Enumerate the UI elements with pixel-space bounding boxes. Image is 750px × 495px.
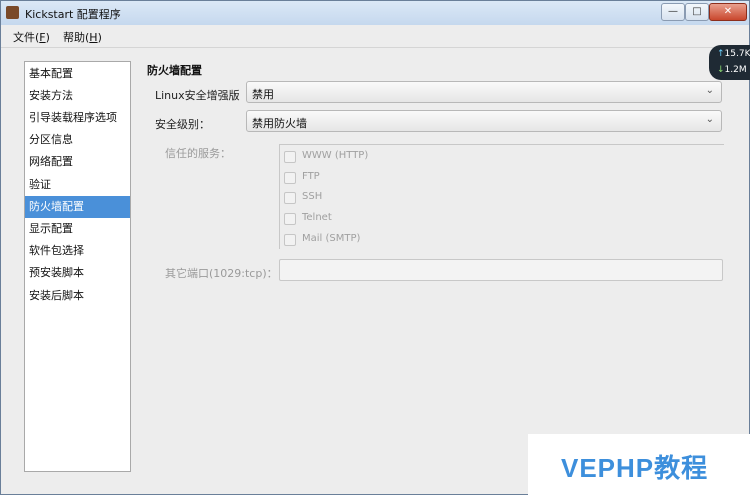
up-arrow-icon: ↑ xyxy=(717,49,725,59)
checkbox[interactable] xyxy=(284,172,296,184)
watermark-text: VEPHP教程 xyxy=(561,453,709,483)
menu-file-label: 文件( xyxy=(13,31,40,44)
close-button[interactable]: ✕ xyxy=(709,3,747,21)
chevron-down-icon: ⌄ xyxy=(705,114,714,125)
window-title: Kickstart 配置程序 xyxy=(25,8,121,21)
trusted-services-list: WWW (HTTP) FTP SSH Telnet Mail (SMTP) xyxy=(279,144,724,249)
menu-help-key: H xyxy=(89,31,98,44)
sidebar-item-network[interactable]: 网络配置 xyxy=(25,151,130,173)
title-bar[interactable]: Kickstart 配置程序 — □ ✕ xyxy=(1,1,749,25)
sidebar-list: 基本配置 安装方法 引导装载程序选项 分区信息 网络配置 验证 防火墙配置 显示… xyxy=(24,61,131,472)
service-label: SSH xyxy=(302,191,323,202)
upload-value: 15.7K xyxy=(724,49,750,59)
menu-help-suffix: ) xyxy=(97,31,102,44)
maximize-button[interactable]: □ xyxy=(685,3,709,21)
sidebar-item-bootloader[interactable]: 引导装载程序选项 xyxy=(25,107,130,129)
sidebar-item-packages[interactable]: 软件包选择 xyxy=(25,240,130,262)
service-label: WWW (HTTP) xyxy=(302,150,369,161)
menu-file[interactable]: 文件(F) xyxy=(13,29,50,45)
menu-help-label: 帮助( xyxy=(63,31,90,44)
minimize-button[interactable]: — xyxy=(661,3,685,21)
security-level-label: 安全级别： xyxy=(155,118,210,131)
checkbox[interactable] xyxy=(284,192,296,204)
checkbox[interactable] xyxy=(284,234,296,246)
sidebar-item-pre-script[interactable]: 预安装脚本 xyxy=(25,262,130,284)
section-title: 防火墙配置 xyxy=(147,64,202,77)
sidebar-item-display[interactable]: 显示配置 xyxy=(25,218,130,240)
sidebar-item-auth[interactable]: 验证 xyxy=(25,174,130,196)
down-arrow-icon: ↓ xyxy=(717,65,725,75)
sidebar-item-basic[interactable]: 基本配置 xyxy=(25,63,130,85)
service-label: FTP xyxy=(302,171,320,182)
menu-help[interactable]: 帮助(H) xyxy=(63,29,102,45)
security-level-value: 禁用防火墙 xyxy=(252,117,307,130)
other-ports-input[interactable] xyxy=(279,259,723,281)
menu-file-suffix: ) xyxy=(45,31,50,44)
watermark: VEPHP教程 xyxy=(528,434,750,495)
selinux-value: 禁用 xyxy=(252,88,274,101)
selinux-select[interactable]: 禁用 ⌄ xyxy=(246,81,722,103)
upload-speed: ↑15.7K xyxy=(717,49,750,59)
selinux-label: Linux安全增强版 xyxy=(155,89,240,102)
kickstart-window: Kickstart 配置程序 — □ ✕ 文件(F) 帮助(H) 基本配置 安装… xyxy=(0,0,750,495)
service-label: Telnet xyxy=(302,212,332,223)
service-label: Mail (SMTP) xyxy=(302,233,361,244)
checkbox[interactable] xyxy=(284,151,296,163)
app-icon xyxy=(6,6,19,19)
other-ports-label: 其它端口(1029:tcp)： xyxy=(165,267,278,280)
menu-bar: 文件(F) 帮助(H) xyxy=(1,25,749,48)
download-speed: ↓1.2M xyxy=(717,65,747,75)
trusted-services-label: 信任的服务： xyxy=(165,147,231,160)
checkbox[interactable] xyxy=(284,213,296,225)
network-speed-widget: ↑15.7K ↓1.2M xyxy=(709,45,750,80)
sidebar-item-firewall[interactable]: 防火墙配置 xyxy=(25,196,130,218)
download-value: 1.2M xyxy=(724,65,747,75)
chevron-down-icon: ⌄ xyxy=(705,85,714,96)
sidebar-item-install-method[interactable]: 安装方法 xyxy=(25,85,130,107)
sidebar-item-post-script[interactable]: 安装后脚本 xyxy=(25,285,130,307)
sidebar-item-partitions[interactable]: 分区信息 xyxy=(25,129,130,151)
security-level-select[interactable]: 禁用防火墙 ⌄ xyxy=(246,110,722,132)
